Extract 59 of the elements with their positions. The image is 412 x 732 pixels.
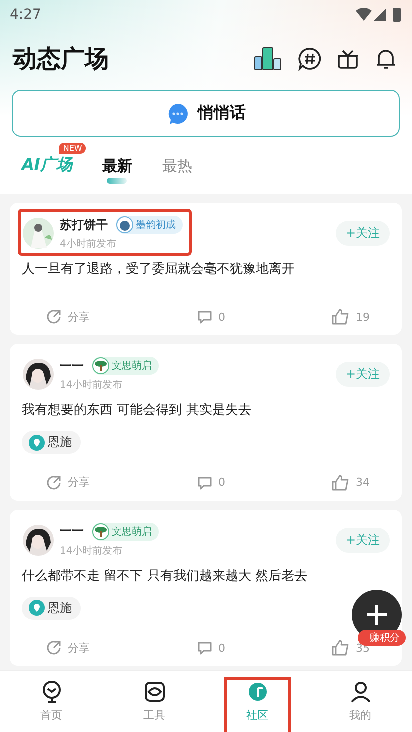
nav-tab[interactable]: 工具 <box>103 671 206 732</box>
thumbs-up-icon <box>332 640 350 656</box>
comment-icon <box>196 640 212 656</box>
tool-icon <box>142 680 166 704</box>
comment-button[interactable]: 0 <box>196 640 226 656</box>
tree-icon <box>92 522 110 540</box>
comment-icon <box>196 309 212 325</box>
topic-icon[interactable] <box>298 47 322 71</box>
author-name[interactable]: 苏打饼干 <box>60 216 108 234</box>
chat-bubble-icon <box>166 102 190 126</box>
post-time: 14小时前发布 <box>60 378 124 392</box>
location-tag[interactable]: 恩施 <box>22 431 81 454</box>
level-badge: 墨韵初成 <box>116 216 183 234</box>
share-icon <box>46 640 62 656</box>
avatar[interactable] <box>23 524 54 556</box>
level-badge: 文思萌启 <box>92 522 159 540</box>
comment-button[interactable]: 0 <box>196 474 226 490</box>
like-button[interactable]: 19 <box>332 309 370 325</box>
like-button[interactable]: 34 <box>332 474 370 490</box>
post-time: 14小时前发布 <box>60 544 124 558</box>
follow-button[interactable]: +关注 <box>336 362 390 387</box>
share-button[interactable]: 分享 <box>46 474 90 490</box>
bell-icon[interactable] <box>374 47 398 71</box>
share-icon <box>46 309 62 325</box>
location-pin-icon <box>29 600 45 616</box>
feed-tab[interactable]: 最热 <box>162 157 192 184</box>
thumbs-up-icon <box>332 309 350 325</box>
thumbs-up-icon <box>332 474 350 490</box>
new-badge: NEW <box>59 143 86 154</box>
post-text: 人一旦有了退路，受了委屈就会毫不犹豫地离开 <box>22 261 296 279</box>
comment-icon <box>196 474 212 490</box>
page-title: 动态广场 <box>13 44 109 75</box>
nav-tab[interactable]: 社区 <box>206 671 309 732</box>
tree-icon <box>92 357 110 375</box>
location-pin-icon <box>29 434 45 450</box>
ranking-icon[interactable] <box>254 46 284 72</box>
nav-tab[interactable]: 我的 <box>309 671 412 732</box>
ink-pot-icon <box>116 216 134 234</box>
status-time: 4:27 <box>10 7 42 23</box>
person-icon <box>348 680 372 704</box>
follow-button[interactable]: +关注 <box>336 528 390 552</box>
avatar[interactable] <box>23 359 54 390</box>
share-button[interactable]: 分享 <box>46 640 90 656</box>
status-icons <box>356 7 402 23</box>
follow-button[interactable]: +关注 <box>336 221 390 246</box>
comment-button[interactable]: 0 <box>196 309 226 325</box>
level-badge: 文思萌启 <box>92 357 159 375</box>
feed-tab[interactable]: 最新 <box>102 157 132 184</box>
whisper-button[interactable]: 悄悄话 <box>12 90 400 137</box>
author-name[interactable]: 一一 <box>60 523 84 540</box>
location-tag[interactable]: 恩施 <box>22 596 81 620</box>
post-text: 我有想要的东西 可能会得到 其实是失去 <box>22 402 252 420</box>
share-icon <box>46 474 62 490</box>
post-time: 4小时前发布 <box>60 238 118 251</box>
post-text: 什么都带不走 留不下 只有我们越来越大 然后老去 <box>22 568 308 586</box>
author-name[interactable]: 一一 <box>60 358 84 374</box>
nav-tab[interactable]: 首页 <box>0 671 103 732</box>
share-button[interactable]: 分享 <box>46 309 90 325</box>
tab-indicator <box>107 178 128 184</box>
